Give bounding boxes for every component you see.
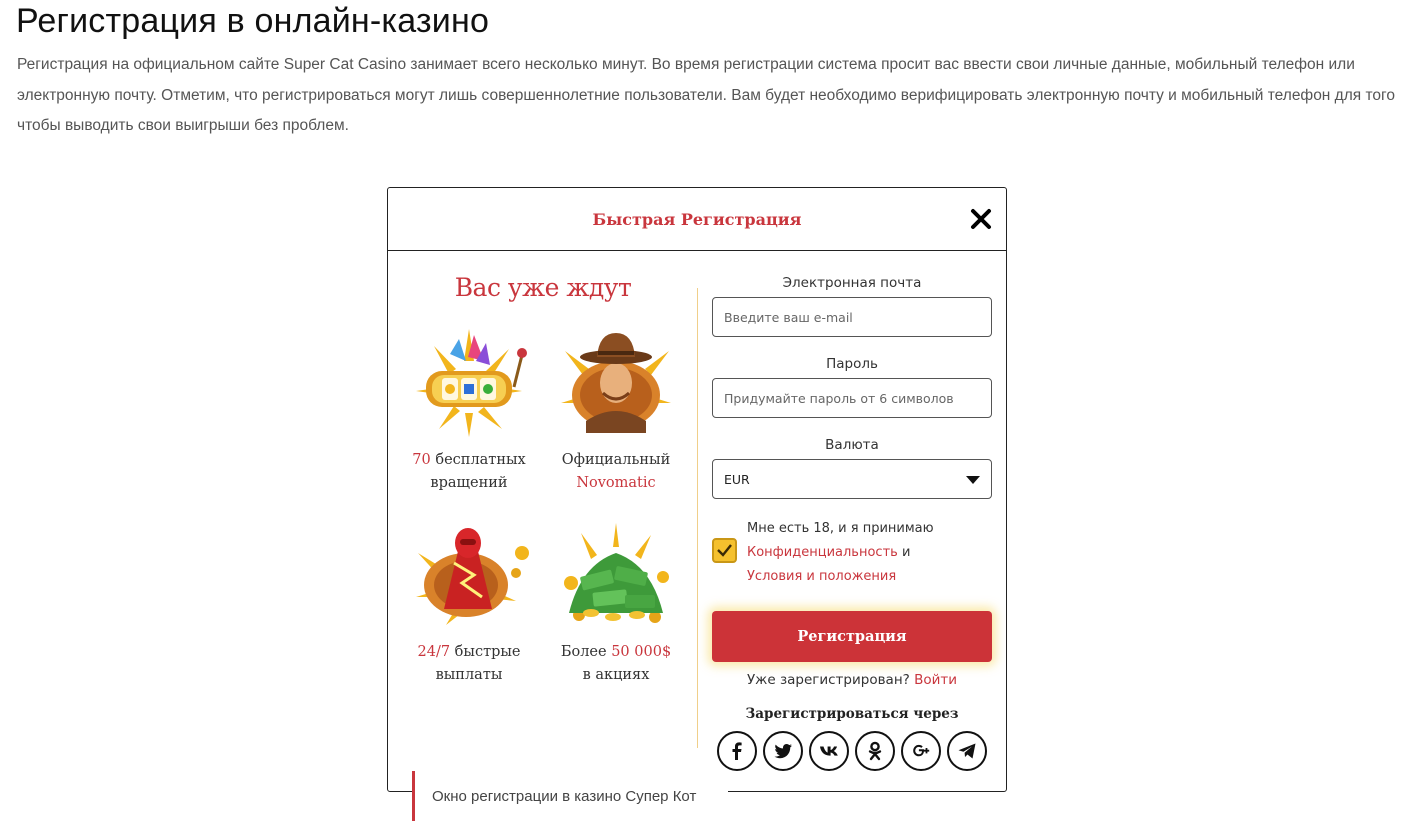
privacy-link[interactable]: Конфиденциальность <box>747 545 898 560</box>
feature-highlight: 24/7 <box>417 644 451 660</box>
feature-text: 70 бесплатных вращений <box>394 449 544 495</box>
odnoklassniki-icon <box>868 741 882 761</box>
panel-divider <box>697 288 698 748</box>
twitter-button[interactable] <box>763 731 803 771</box>
vk-icon <box>820 746 838 756</box>
slot-machine-icon <box>416 329 527 437</box>
feature-highlight: 70 <box>412 452 431 468</box>
feature-text: 24/7 быстрые выплаты <box>394 641 544 687</box>
chevron-down-icon <box>966 476 980 484</box>
caption-text: Окно регистрации в казино Супер Кот <box>432 788 697 805</box>
login-prompt: Уже зарегистрирован? Войти <box>712 672 992 688</box>
login-link[interactable]: Войти <box>914 672 957 688</box>
adventurer-icon <box>561 333 671 433</box>
page-title: Регистрация в онлайн-казино <box>16 2 490 40</box>
feature-novomatic: Официальный Novomatic <box>541 321 691 495</box>
consent-and: и <box>897 545 911 560</box>
close-button[interactable] <box>970 208 992 230</box>
google-plus-icon <box>913 744 930 757</box>
feature-text: Более 50 000$ в акциях <box>541 641 691 687</box>
currency-select[interactable]: EUR <box>712 459 992 499</box>
feature-text: Официальный Novomatic <box>541 449 691 495</box>
vk-button[interactable] <box>809 731 849 771</box>
feature-label: Официальный <box>561 452 671 468</box>
already-registered-text: Уже зарегистрирован? <box>746 672 910 688</box>
promo-heading: Вас уже ждут <box>454 273 632 302</box>
feature-free-spins: 70 бесплатных вращений <box>394 321 544 495</box>
terms-link[interactable]: Условия и положения <box>747 569 896 584</box>
feature-highlight: 50 000$ <box>611 644 672 660</box>
intro-paragraph: Регистрация на официальном сайте Super C… <box>17 56 1395 134</box>
google-plus-button[interactable] <box>901 731 941 771</box>
image-caption: Окно регистрации в казино Супер Кот <box>412 771 728 821</box>
registration-modal: Быстрая Регистрация Вас уже ждут 70 бесп… <box>387 187 1007 792</box>
feature-label: в акциях <box>582 667 650 683</box>
social-label: Зарегистрироваться через <box>745 706 959 722</box>
facebook-icon <box>732 742 742 760</box>
feature-label: бесплатных вращений <box>430 452 526 491</box>
age-consent-checkbox[interactable] <box>712 538 737 563</box>
feature-fast-payouts: 24/7 быстрые выплаты <box>394 513 544 687</box>
consent-prefix: Мне есть 18, и я принимаю <box>747 521 934 536</box>
lightning-hero-icon <box>416 528 529 625</box>
currency-label: Валюта <box>825 437 879 453</box>
facebook-button[interactable] <box>717 731 757 771</box>
close-icon <box>971 209 991 229</box>
password-label: Пароль <box>826 356 878 372</box>
twitter-icon <box>774 744 792 759</box>
checkmark-icon <box>717 544 732 557</box>
money-pile-icon <box>564 523 669 623</box>
telegram-icon <box>958 743 976 759</box>
telegram-button[interactable] <box>947 731 987 771</box>
password-field[interactable] <box>712 378 992 418</box>
feature-highlight: Novomatic <box>576 475 656 491</box>
register-button[interactable]: Регистрация <box>712 611 992 662</box>
modal-header: Быстрая Регистрация <box>388 188 1006 251</box>
currency-value: EUR <box>724 472 750 487</box>
feature-promotions: Более 50 000$ в акциях <box>541 513 691 687</box>
odnoklassniki-button[interactable] <box>855 731 895 771</box>
modal-title: Быстрая Регистрация <box>592 210 802 229</box>
consent-text: Мне есть 18, и я принимаю Конфиденциальн… <box>747 517 992 589</box>
email-label: Электронная почта <box>782 275 922 291</box>
feature-label: Более <box>560 644 612 660</box>
email-field[interactable] <box>712 297 992 337</box>
promo-panel: Вас уже ждут 70 бесплатных вращений Офиц… <box>388 251 698 791</box>
